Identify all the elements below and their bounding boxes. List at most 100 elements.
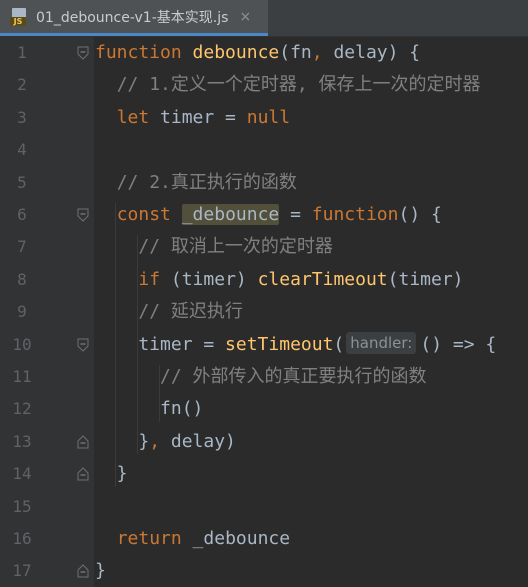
code-token: let: [116, 106, 150, 128]
code-line[interactable]: 12 fn(): [0, 393, 528, 425]
code-token: function: [95, 42, 182, 63]
code-text[interactable]: fn(): [95, 393, 203, 425]
code-token: ,: [149, 430, 161, 452]
line-number[interactable]: 3: [0, 102, 44, 134]
code-text[interactable]: // 取消上一次的定时器: [95, 231, 333, 263]
code-line[interactable]: 4: [0, 134, 528, 166]
code-token: debounce: [192, 42, 280, 63]
code-line[interactable]: 13 }, delay): [0, 426, 528, 458]
code-line[interactable]: 11 // 外部传入的真正要执行的函数: [0, 361, 528, 393]
code-token: (timer): [387, 268, 464, 290]
code-text[interactable]: return _debounce: [95, 523, 290, 555]
code-line[interactable]: 14 }: [0, 458, 528, 490]
code-editor[interactable]: 1 function debounce(fn, delay) {2 // 1.定义…: [0, 37, 528, 587]
code-token: setTimeout: [225, 333, 334, 355]
file-type-badge: JS: [10, 16, 26, 26]
line-number[interactable]: 17: [0, 555, 44, 587]
code-text[interactable]: }: [95, 458, 128, 490]
code-line[interactable]: 10 timer = setTimeout(handler:() => {: [0, 329, 528, 361]
fold-open-icon[interactable]: [77, 208, 89, 222]
code-token: ,: [311, 42, 323, 63]
tab-file[interactable]: JS 01_debounce-v1-基本实现.js ×: [0, 0, 268, 36]
code-token: }: [95, 430, 150, 452]
line-number[interactable]: 12: [0, 393, 44, 425]
code-token: (fn: [279, 42, 312, 63]
code-line[interactable]: 16 return _debounce: [0, 523, 528, 555]
line-number[interactable]: 15: [0, 491, 44, 523]
line-number[interactable]: 16: [0, 523, 44, 555]
code-line[interactable]: 17}: [0, 555, 528, 587]
code-line[interactable]: 5 // 2.真正执行的函数: [0, 167, 528, 199]
code-token: // 外部传入的真正要执行的函数: [160, 366, 427, 387]
fold-open-icon[interactable]: [77, 338, 89, 352]
code-text[interactable]: // 2.真正执行的函数: [95, 167, 297, 199]
code-text[interactable]: function debounce(fn, delay) {: [95, 37, 420, 69]
code-token: function: [311, 204, 399, 225]
code-line[interactable]: 2 // 1.定义一个定时器, 保存上一次的定时器: [0, 69, 528, 101]
fold-close-icon[interactable]: [77, 435, 89, 449]
code-token: =: [279, 204, 312, 225]
code-token: (timer): [160, 268, 258, 290]
code-line[interactable]: 8 if (timer) clearTimeout(timer): [0, 264, 528, 296]
code-text[interactable]: const _debounce = function() {: [95, 199, 442, 231]
close-icon[interactable]: ×: [236, 8, 254, 26]
parameter-hint: handler:: [346, 331, 417, 354]
javascript-file-icon: JS: [10, 7, 28, 26]
fold-open-icon[interactable]: [77, 46, 89, 60]
code-token: delay): [160, 430, 236, 452]
code-text[interactable]: timer = setTimeout(handler:() => {: [95, 329, 496, 361]
code-line[interactable]: 1 function debounce(fn, delay) {: [0, 37, 528, 69]
code-token: _debounce: [181, 204, 280, 225]
line-number[interactable]: 6: [0, 199, 44, 231]
fold-close-icon[interactable]: [77, 467, 89, 481]
indent-guide: [115, 203, 116, 487]
code-text[interactable]: // 外部传入的真正要执行的函数: [95, 361, 427, 393]
code-token: (: [333, 333, 345, 355]
line-number[interactable]: 4: [0, 134, 44, 166]
code-line[interactable]: 6 const _debounce = function() {: [0, 199, 528, 231]
line-number[interactable]: 10: [0, 329, 44, 361]
code-token: // 2.真正执行的函数: [116, 171, 297, 193]
code-token: if: [138, 268, 161, 290]
code-line[interactable]: 7 // 取消上一次的定时器: [0, 231, 528, 263]
line-number[interactable]: 1: [0, 37, 44, 69]
indent-guide: [159, 365, 160, 422]
code-token: }: [95, 560, 106, 582]
code-text[interactable]: if (timer) clearTimeout(timer): [95, 264, 464, 296]
line-number[interactable]: 5: [0, 167, 44, 199]
code-text[interactable]: let timer = null: [95, 102, 290, 134]
code-text[interactable]: // 延迟执行: [95, 296, 243, 328]
code-line[interactable]: 15: [0, 491, 528, 523]
line-number[interactable]: 8: [0, 264, 44, 296]
code-text[interactable]: // 1.定义一个定时器, 保存上一次的定时器: [95, 69, 481, 101]
code-text[interactable]: }: [95, 555, 106, 587]
fold-close-icon[interactable]: [77, 564, 89, 578]
line-number[interactable]: 11: [0, 361, 44, 393]
code-token: () => {: [420, 333, 497, 355]
code-token: // 取消上一次的定时器: [138, 236, 333, 258]
code-line[interactable]: 3 let timer = null: [0, 102, 528, 134]
code-token: return: [116, 528, 182, 549]
line-number[interactable]: 13: [0, 426, 44, 458]
editor-tab-bar: JS 01_debounce-v1-基本实现.js ×: [0, 0, 528, 37]
line-number[interactable]: 7: [0, 231, 44, 263]
line-number[interactable]: 9: [0, 296, 44, 328]
code-token: clearTimeout: [257, 268, 388, 290]
code-line[interactable]: 9 // 延迟执行: [0, 296, 528, 328]
code-token: null: [246, 106, 291, 128]
code-text[interactable]: }, delay): [95, 426, 236, 458]
code-token: // 1.定义一个定时器, 保存上一次的定时器: [116, 74, 481, 96]
line-number[interactable]: 2: [0, 69, 44, 101]
line-number[interactable]: 14: [0, 458, 44, 490]
code-token: const: [116, 204, 171, 225]
code-token: delay) {: [322, 42, 421, 63]
code-token: }: [95, 463, 128, 485]
